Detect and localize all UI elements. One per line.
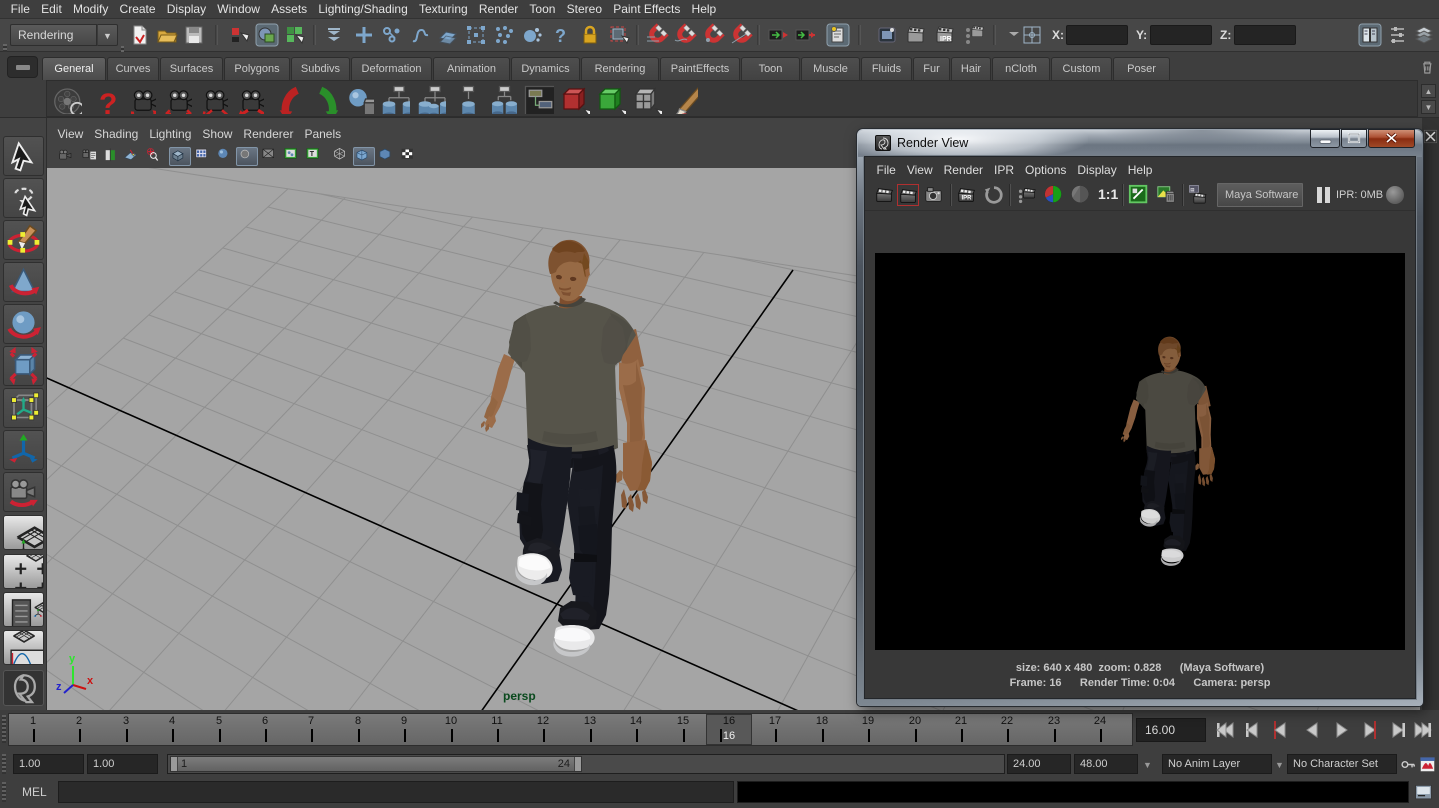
svg-text:?: ? xyxy=(555,26,566,46)
svg-text:x: x xyxy=(87,675,94,687)
svg-text:IPR: IPR xyxy=(940,36,952,43)
svg-text:z: z xyxy=(56,681,62,693)
svg-text:T: T xyxy=(310,150,315,158)
svg-text:▤: ▤ xyxy=(1190,187,1195,192)
svg-text:y: y xyxy=(69,653,76,665)
svg-text:IPR: IPR xyxy=(962,196,973,202)
svg-text:?: ? xyxy=(99,88,117,114)
